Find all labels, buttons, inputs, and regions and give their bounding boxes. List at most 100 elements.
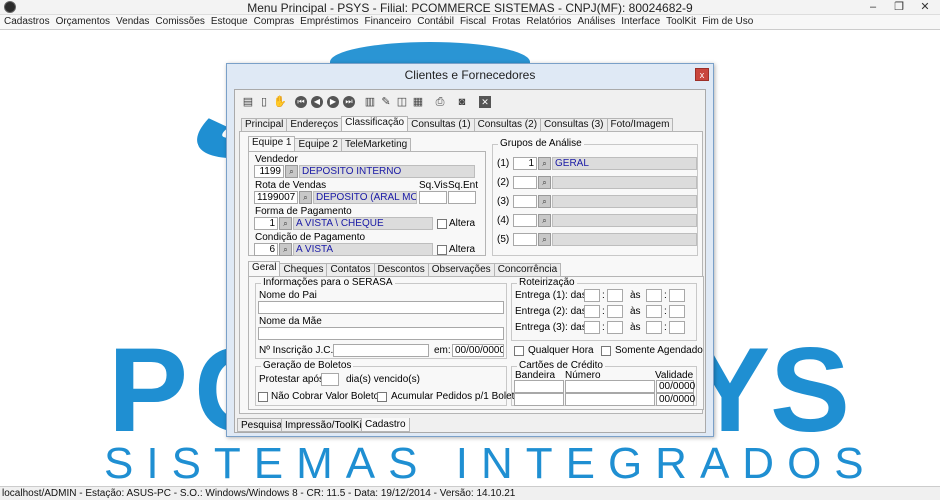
menu-vendas[interactable]: Vendas xyxy=(113,15,152,29)
last-record-icon[interactable]: ⏭ xyxy=(343,96,355,108)
tab-principal[interactable]: Principal xyxy=(241,118,288,131)
entrega-2-h1[interactable] xyxy=(584,305,600,318)
tab-impressao-toolkit[interactable]: Impressão/ToolKit xyxy=(281,418,369,432)
sqent-input[interactable] xyxy=(448,191,476,204)
grupo-4-lookup-icon[interactable]: ⌕ xyxy=(538,214,551,227)
cartao-2-validade[interactable]: 00/0000 xyxy=(656,393,695,406)
vendedor-lookup-icon[interactable]: ⌕ xyxy=(285,165,298,178)
forma-altera-checkbox[interactable] xyxy=(437,219,447,229)
menu-emprestimos[interactable]: Empréstimos xyxy=(297,15,361,29)
restore-icon[interactable]: ❐ xyxy=(886,0,912,14)
grupo-4-code-input[interactable] xyxy=(513,214,537,227)
inscricao-input[interactable] xyxy=(333,344,429,357)
tab-descontos[interactable]: Descontos xyxy=(373,263,429,276)
tab-contatos[interactable]: Contatos xyxy=(326,263,375,276)
tab-foto-imagem[interactable]: Foto/Imagem xyxy=(606,118,674,131)
grupo-5-code-input[interactable] xyxy=(513,233,537,246)
tab-observacoes[interactable]: Observações xyxy=(427,263,495,276)
tab-enderecos[interactable]: Endereços xyxy=(286,118,343,131)
entrega-3-m1[interactable] xyxy=(607,321,623,334)
edit-icon[interactable]: ✎ xyxy=(379,95,393,109)
entrega-2-m1[interactable] xyxy=(607,305,623,318)
menu-toolkit[interactable]: ToolKit xyxy=(663,15,699,29)
entrega-3-m2[interactable] xyxy=(669,321,685,334)
acumular-checkbox[interactable] xyxy=(377,392,387,402)
nao-cobrar-checkbox[interactable] xyxy=(258,392,268,402)
tab-concorrencia[interactable]: Concorrência xyxy=(493,263,562,276)
condicao-code-input[interactable]: 6 xyxy=(254,243,278,256)
tab-consultas-3[interactable]: Consultas (3) xyxy=(540,118,608,131)
tab-geral[interactable]: Geral xyxy=(248,261,281,276)
entrega-1-m2[interactable] xyxy=(669,289,685,302)
menu-financeiro[interactable]: Financeiro xyxy=(362,15,415,29)
grupo-5-lookup-icon[interactable]: ⌕ xyxy=(538,233,551,246)
save-icon[interactable]: ▤ xyxy=(241,95,255,109)
menu-interface[interactable]: Interface xyxy=(618,15,663,29)
sqvis-input[interactable] xyxy=(419,191,447,204)
menu-frotas[interactable]: Frotas xyxy=(489,15,523,29)
rota-code-input[interactable]: 1199007 xyxy=(254,191,298,204)
nome-pai-input[interactable] xyxy=(258,301,504,314)
menu-contabil[interactable]: Contábil xyxy=(414,15,457,29)
tab-equipe-2[interactable]: Equipe 2 xyxy=(294,138,342,151)
cartao-2-numero[interactable] xyxy=(565,393,655,406)
first-record-icon[interactable]: ⏮ xyxy=(295,96,307,108)
new-document-icon[interactable]: ▯ xyxy=(257,95,271,109)
next-record-icon[interactable]: ▶ xyxy=(327,96,339,108)
cartao-1-bandeira[interactable] xyxy=(514,380,564,393)
chart-icon[interactable]: ◫ xyxy=(395,95,409,109)
cartao-1-numero[interactable] xyxy=(565,380,655,393)
condicao-lookup-icon[interactable]: ⌕ xyxy=(279,243,292,256)
print-icon[interactable]: ⎙ xyxy=(433,95,447,109)
forma-lookup-icon[interactable]: ⌕ xyxy=(279,217,292,230)
tab-telemarketing[interactable]: TeleMarketing xyxy=(340,138,412,151)
entrega-2-m2[interactable] xyxy=(669,305,685,318)
inscricao-date-input[interactable]: 00/00/0000 xyxy=(452,344,504,357)
menu-analises[interactable]: Análises xyxy=(574,15,618,29)
tab-cadastro[interactable]: Cadastro xyxy=(361,418,410,432)
camera-icon[interactable]: ◙ xyxy=(455,95,469,109)
tab-pesquisa[interactable]: Pesquisa xyxy=(237,418,287,432)
menu-compras[interactable]: Compras xyxy=(251,15,298,29)
tab-classificacao[interactable]: Classificação xyxy=(341,116,409,131)
minimize-icon[interactable]: – xyxy=(860,0,886,14)
entrega-1-h1[interactable] xyxy=(584,289,600,302)
menu-fim-de-uso[interactable]: Fim de Uso xyxy=(699,15,756,29)
grupo-1-lookup-icon[interactable]: ⌕ xyxy=(538,157,551,170)
tab-cheques[interactable]: Cheques xyxy=(279,263,328,276)
dialog-close-button[interactable]: x xyxy=(695,68,709,81)
grupo-3-lookup-icon[interactable]: ⌕ xyxy=(538,195,551,208)
tab-consultas-2[interactable]: Consultas (2) xyxy=(473,118,542,131)
protestar-dias-input[interactable] xyxy=(321,373,339,386)
grupo-2-lookup-icon[interactable]: ⌕ xyxy=(538,176,551,189)
menu-orcamentos[interactable]: Orçamentos xyxy=(53,15,113,29)
grupo-1-code-input[interactable]: 1 xyxy=(513,157,537,170)
tab-consultas-1[interactable]: Consultas (1) xyxy=(407,118,475,131)
cartao-2-bandeira[interactable] xyxy=(514,393,564,406)
qualquer-hora-checkbox[interactable] xyxy=(514,346,524,356)
delete-icon[interactable]: ✕ xyxy=(479,96,491,108)
entrega-1-h2[interactable] xyxy=(646,289,662,302)
entrega-2-h2[interactable] xyxy=(646,305,662,318)
close-icon[interactable]: ✕ xyxy=(912,0,938,14)
grupo-2-code-input[interactable] xyxy=(513,176,537,189)
grupo-3-code-input[interactable] xyxy=(513,195,537,208)
nome-mae-input[interactable] xyxy=(258,327,504,340)
vendedor-code-input[interactable]: 1199 xyxy=(254,165,284,178)
tab-equipe-1[interactable]: Equipe 1 xyxy=(248,136,296,151)
cartao-1-validade[interactable]: 00/0000 xyxy=(656,380,695,393)
somente-agendado-checkbox[interactable] xyxy=(601,346,611,356)
menu-comissoes[interactable]: Comissões xyxy=(152,15,207,29)
rota-lookup-icon[interactable]: ⌕ xyxy=(299,191,312,204)
form-icon[interactable]: ▦ xyxy=(411,95,425,109)
previous-record-icon[interactable]: ◀ xyxy=(311,96,323,108)
hand-icon[interactable]: ✋ xyxy=(273,95,287,109)
entrega-1-m1[interactable] xyxy=(607,289,623,302)
menu-fiscal[interactable]: Fiscal xyxy=(457,15,489,29)
report-icon[interactable]: ▥ xyxy=(363,95,377,109)
condicao-altera-checkbox[interactable] xyxy=(437,245,447,255)
menu-estoque[interactable]: Estoque xyxy=(208,15,251,29)
menu-cadastros[interactable]: Cadastros xyxy=(0,15,53,29)
forma-code-input[interactable]: 1 xyxy=(254,217,278,230)
entrega-3-h2[interactable] xyxy=(646,321,662,334)
